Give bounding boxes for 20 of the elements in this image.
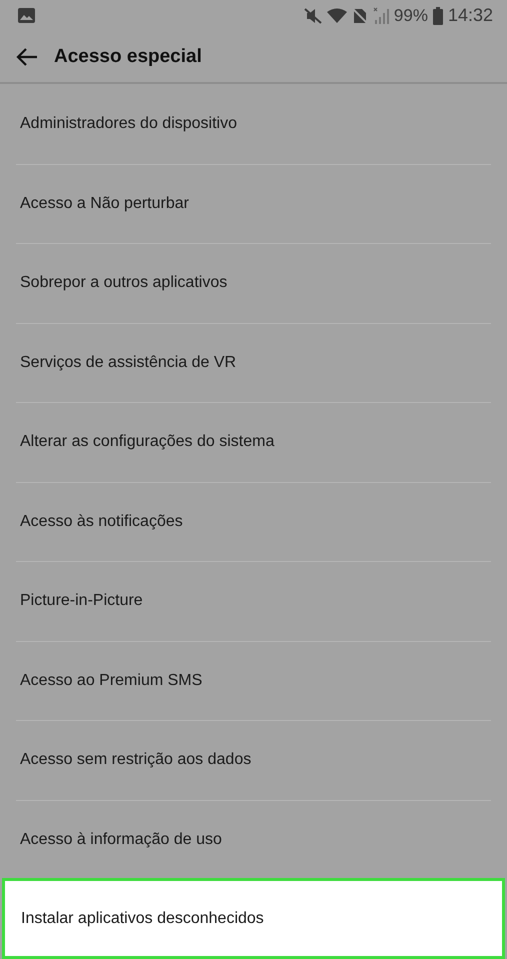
battery-icon bbox=[432, 6, 443, 25]
settings-item[interactable]: Sobrepor a outros aplicativos bbox=[16, 243, 491, 322]
signal-icon bbox=[372, 7, 389, 24]
wifi-icon bbox=[326, 8, 347, 24]
settings-item[interactable]: Alterar as configurações do sistema bbox=[16, 402, 491, 482]
gallery-icon bbox=[18, 8, 35, 24]
mute-icon bbox=[304, 8, 322, 24]
screen-title: Acesso especial bbox=[54, 46, 202, 68]
settings-item[interactable]: Acesso a Não perturbar bbox=[16, 164, 491, 243]
back-arrow-icon[interactable] bbox=[16, 48, 38, 66]
settings-item[interactable]: Picture-in-Picture bbox=[16, 561, 491, 640]
battery-percent: 99% bbox=[394, 6, 428, 26]
settings-item[interactable]: Acesso ao Premium SMS bbox=[16, 640, 491, 720]
settings-item[interactable]: Instalar aplicativos desconhecidos bbox=[2, 878, 505, 959]
clock: 14:32 bbox=[448, 5, 493, 26]
no-sim-icon bbox=[352, 7, 368, 24]
settings-item[interactable]: Serviços de assistência de VR bbox=[16, 322, 491, 402]
settings-item[interactable]: Acesso sem restrição aos dados bbox=[16, 720, 491, 800]
settings-item[interactable]: Administradores do dispositivo bbox=[16, 84, 491, 164]
settings-item[interactable]: Acesso às notificações bbox=[16, 482, 491, 561]
